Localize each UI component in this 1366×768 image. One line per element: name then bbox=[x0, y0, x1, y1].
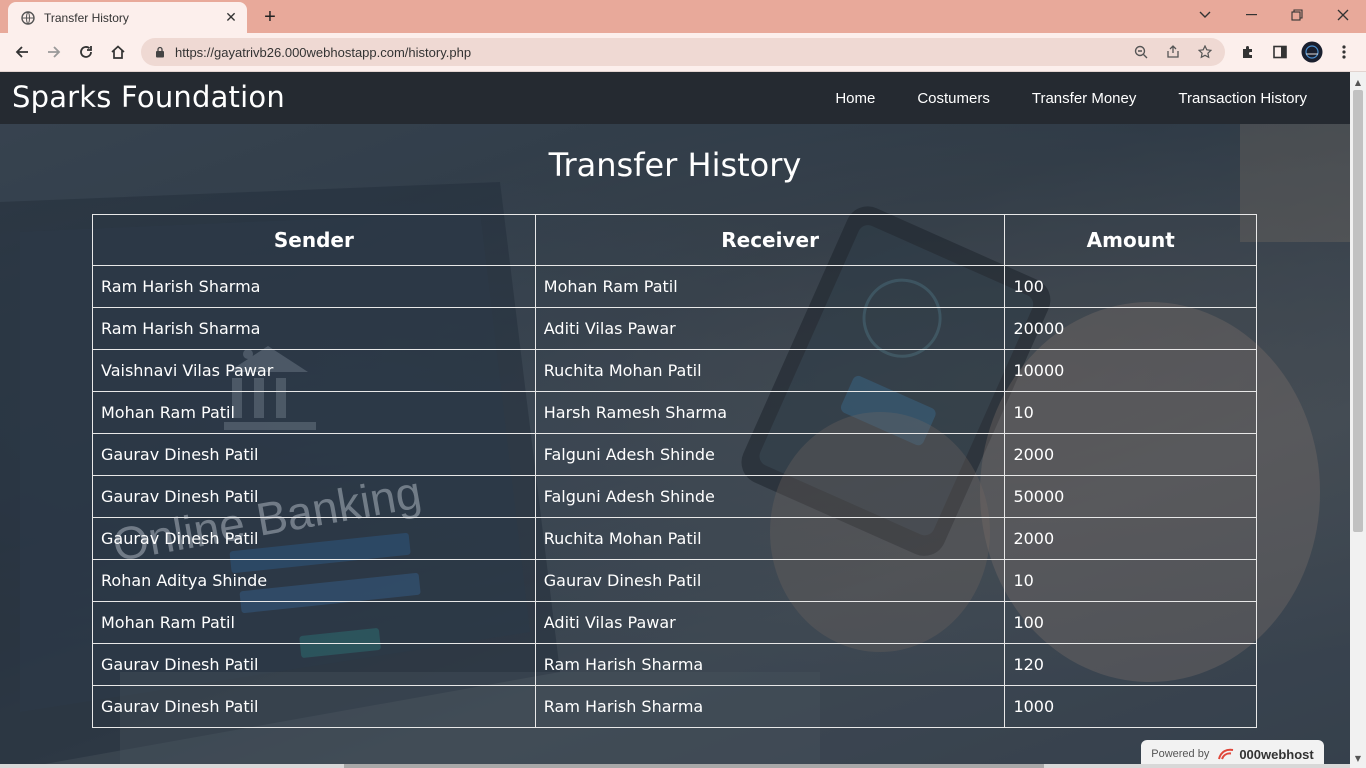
horizontal-scrollbar-thumb[interactable] bbox=[344, 764, 1044, 768]
nav-link-home[interactable]: Home bbox=[835, 90, 875, 107]
table-row: Vaishnavi Vilas Pawar Ruchita Mohan Patil… bbox=[92, 349, 1257, 392]
tab-title: Transfer History bbox=[44, 10, 129, 25]
receiver-cell: Ram Harish Sharma bbox=[534, 643, 1006, 686]
page-title: Transfer History bbox=[548, 146, 802, 184]
receiver-cell: Aditi Vilas Pawar bbox=[534, 307, 1006, 350]
back-arrow-icon[interactable] bbox=[10, 40, 34, 64]
home-icon[interactable] bbox=[106, 40, 130, 64]
amount-cell: 2000 bbox=[1004, 517, 1257, 560]
powered-by-brand: 000webhost bbox=[1239, 746, 1314, 762]
share-icon[interactable] bbox=[1161, 40, 1185, 64]
browser-toolbar: https://gayatrivb26.000webhostapp.com/hi… bbox=[0, 33, 1366, 72]
sender-cell: Mohan Ram Patil bbox=[92, 391, 536, 434]
kebab-menu-icon[interactable] bbox=[1332, 40, 1356, 64]
sender-cell: Ram Harish Sharma bbox=[92, 265, 536, 308]
table-row: Ram Harish Sharma Aditi Vilas Pawar 20000 bbox=[92, 307, 1257, 350]
receiver-cell: Ruchita Mohan Patil bbox=[534, 517, 1006, 560]
sender-cell: Gaurav Dinesh Patil bbox=[92, 475, 536, 518]
table-row: Gaurav Dinesh Patil Ram Harish Sharma 1000 bbox=[92, 685, 1257, 728]
table-row: Rohan Aditya Shinde Gaurav Dinesh Patil 10 bbox=[92, 559, 1257, 602]
table-row: Mohan Ram Patil Harsh Ramesh Sharma 10 bbox=[92, 391, 1257, 434]
side-panel-icon[interactable] bbox=[1268, 40, 1292, 64]
forward-arrow-icon[interactable] bbox=[42, 40, 66, 64]
profile-avatar[interactable] bbox=[1300, 40, 1324, 64]
amount-cell: 20000 bbox=[1004, 307, 1257, 350]
scroll-down-arrow-icon[interactable]: ▼ bbox=[1350, 750, 1366, 766]
browser-tab-strip: Transfer History ✕ + bbox=[0, 0, 1366, 33]
sender-cell: Rohan Aditya Shinde bbox=[92, 559, 536, 602]
powered-by-label: Powered by bbox=[1151, 748, 1210, 760]
horizontal-scrollbar[interactable] bbox=[0, 764, 1350, 768]
sender-cell: Gaurav Dinesh Patil bbox=[92, 643, 536, 686]
extensions-puzzle-icon[interactable] bbox=[1236, 40, 1260, 64]
amount-cell: 2000 bbox=[1004, 433, 1257, 476]
zoom-icon[interactable] bbox=[1129, 40, 1153, 64]
tab-search-chevron-icon[interactable] bbox=[1182, 0, 1228, 30]
receiver-cell: Gaurav Dinesh Patil bbox=[534, 559, 1006, 602]
sender-cell: Mohan Ram Patil bbox=[92, 601, 536, 644]
receiver-cell: Ruchita Mohan Patil bbox=[534, 349, 1006, 392]
table-header-row: Sender Receiver Amount bbox=[92, 214, 1257, 266]
receiver-cell: Mohan Ram Patil bbox=[534, 265, 1006, 308]
page-content: Online Banking Sparks Foundation Home Co… bbox=[0, 72, 1350, 768]
address-bar[interactable]: https://gayatrivb26.000webhostapp.com/hi… bbox=[141, 38, 1225, 66]
minimize-button[interactable] bbox=[1228, 0, 1274, 30]
scroll-up-arrow-icon[interactable]: ▲ bbox=[1350, 74, 1366, 90]
site-navbar: Sparks Foundation Home Costumers Transfe… bbox=[0, 72, 1350, 124]
amount-cell: 100 bbox=[1004, 265, 1257, 308]
receiver-cell: Harsh Ramesh Sharma bbox=[534, 391, 1006, 434]
receiver-cell: Falguni Adesh Shinde bbox=[534, 475, 1006, 518]
site-brand-logo[interactable]: Sparks Foundation bbox=[12, 80, 285, 114]
table-row: Mohan Ram Patil Aditi Vilas Pawar 100 bbox=[92, 601, 1257, 644]
amount-cell: 1000 bbox=[1004, 685, 1257, 728]
nav-links: Home Costumers Transfer Money Transactio… bbox=[793, 72, 1307, 124]
nav-link-customers[interactable]: Costumers bbox=[917, 90, 990, 107]
receiver-cell: Aditi Vilas Pawar bbox=[534, 601, 1006, 644]
scrollbar-thumb[interactable] bbox=[1353, 90, 1363, 532]
restore-button[interactable] bbox=[1274, 0, 1320, 30]
amount-cell: 10000 bbox=[1004, 349, 1257, 392]
close-tab-icon[interactable]: ✕ bbox=[221, 8, 241, 28]
lock-icon[interactable] bbox=[153, 45, 167, 59]
table-row: Gaurav Dinesh Patil Falguni Adesh Shinde 5… bbox=[92, 475, 1257, 518]
url-text[interactable]: https://gayatrivb26.000webhostapp.com/hi… bbox=[175, 45, 1129, 60]
transfer-history-table: Sender Receiver Amount Ram Harish Sharma… bbox=[92, 214, 1257, 728]
new-tab-button[interactable]: + bbox=[258, 6, 282, 28]
vertical-scrollbar[interactable]: ▲ ▼ bbox=[1350, 72, 1366, 768]
sender-cell: Ram Harish Sharma bbox=[92, 307, 536, 350]
table-row: Ram Harish Sharma Mohan Ram Patil 100 bbox=[92, 265, 1257, 308]
reload-icon[interactable] bbox=[74, 40, 98, 64]
sender-cell: Gaurav Dinesh Patil bbox=[92, 433, 536, 476]
header-receiver: Receiver bbox=[534, 214, 1006, 266]
table-row: Gaurav Dinesh Patil Ruchita Mohan Patil 20… bbox=[92, 517, 1257, 560]
close-window-button[interactable] bbox=[1320, 0, 1366, 30]
nav-link-transaction-history[interactable]: Transaction History bbox=[1178, 90, 1307, 107]
sender-cell: Vaishnavi Vilas Pawar bbox=[92, 349, 536, 392]
browser-tab[interactable]: Transfer History ✕ bbox=[8, 2, 247, 33]
amount-cell: 10 bbox=[1004, 559, 1257, 602]
amount-cell: 100 bbox=[1004, 601, 1257, 644]
sender-cell: Gaurav Dinesh Patil bbox=[92, 685, 536, 728]
table-row: Gaurav Dinesh Patil Ram Harish Sharma 120 bbox=[92, 643, 1257, 686]
amount-cell: 50000 bbox=[1004, 475, 1257, 518]
header-amount: Amount bbox=[1004, 214, 1257, 266]
nav-link-transfer-money[interactable]: Transfer Money bbox=[1032, 90, 1136, 107]
globe-icon bbox=[20, 10, 36, 26]
webhost-logo-icon bbox=[1217, 747, 1235, 761]
amount-cell: 10 bbox=[1004, 391, 1257, 434]
bookmark-star-icon[interactable] bbox=[1193, 40, 1217, 64]
sender-cell: Gaurav Dinesh Patil bbox=[92, 517, 536, 560]
table-body: Ram Harish Sharma Mohan Ram Patil 100 Ram H… bbox=[92, 265, 1257, 728]
amount-cell: 120 bbox=[1004, 643, 1257, 686]
header-sender: Sender bbox=[92, 214, 536, 266]
table-row: Gaurav Dinesh Patil Falguni Adesh Shinde 2… bbox=[92, 433, 1257, 476]
receiver-cell: Falguni Adesh Shinde bbox=[534, 433, 1006, 476]
receiver-cell: Ram Harish Sharma bbox=[534, 685, 1006, 728]
